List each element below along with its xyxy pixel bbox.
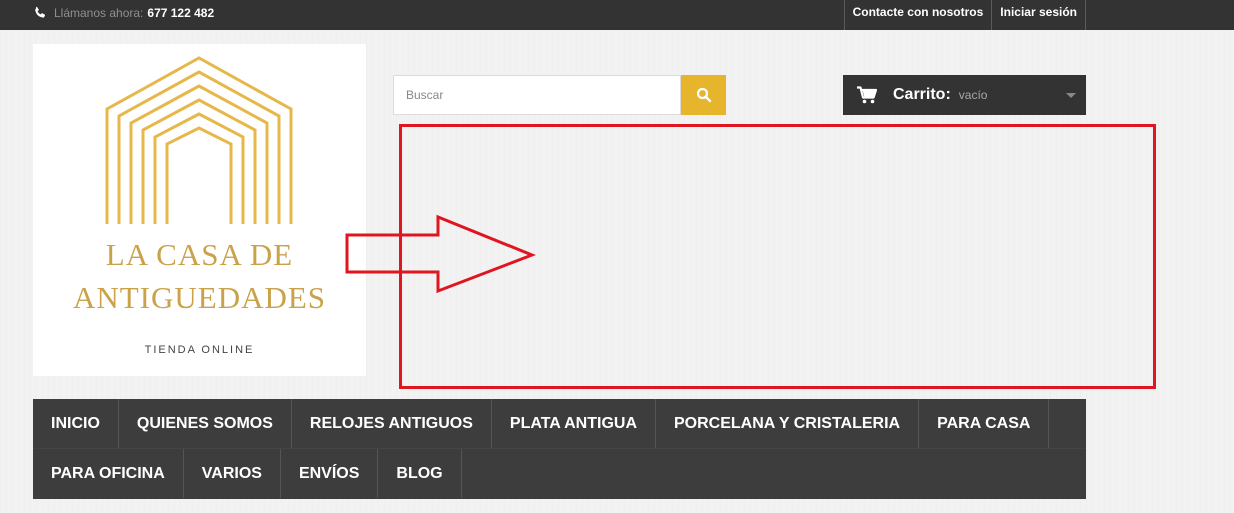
cart-button[interactable]: Carrito: vacío — [843, 75, 1086, 115]
nav-item-blog[interactable]: BLOG — [378, 449, 462, 498]
top-links: Contacte con nosotros Iniciar sesión — [843, 0, 1086, 30]
search-icon — [696, 87, 711, 103]
nav-row-1: INICIO QUIENES SOMOS RELOJES ANTIGUOS PL… — [33, 399, 1086, 448]
nav-item-quienes-somos[interactable]: QUIENES SOMOS — [119, 399, 292, 448]
main-nav: INICIO QUIENES SOMOS RELOJES ANTIGUOS PL… — [33, 399, 1086, 499]
nav-item-para-casa[interactable]: PARA CASA — [919, 399, 1050, 448]
search-button[interactable] — [681, 75, 726, 115]
nav-item-para-oficina[interactable]: PARA OFICINA — [33, 449, 184, 498]
cart-status: vacío — [958, 88, 988, 102]
nav-item-relojes-antiguos[interactable]: RELOJES ANTIGUOS — [292, 399, 492, 448]
house-logo-icon — [105, 56, 293, 224]
nav-item-varios[interactable]: VARIOS — [184, 449, 281, 498]
phone-contact: Llámanos ahora: 677 122 482 — [33, 0, 214, 26]
nav-item-envios[interactable]: ENVÍOS — [281, 449, 379, 498]
phone-icon — [35, 6, 46, 18]
contact-link[interactable]: Contacte con nosotros — [843, 0, 992, 30]
annotation-arrow-icon — [345, 214, 537, 294]
logo-tagline: TIENDA ONLINE — [144, 344, 255, 356]
logo-title-line1: LA CASA DE — [105, 237, 294, 272]
cart-label: Carrito: — [893, 86, 951, 103]
nav-row-2: PARA OFICINA VARIOS ENVÍOS BLOG — [33, 448, 1086, 498]
search-input[interactable] — [393, 75, 681, 115]
phone-label: Llámanos ahora: — [54, 6, 144, 20]
phone-number: 677 122 482 — [147, 6, 215, 20]
nav-item-plata-antigua[interactable]: PLATA ANTIGUA — [492, 399, 656, 448]
cart-icon — [857, 86, 877, 104]
logo-title-line2: ANTIGUEDADES — [72, 280, 327, 315]
nav-item-porcelana[interactable]: PORCELANA Y CRISTALERIA — [656, 399, 920, 448]
login-link[interactable]: Iniciar sesión — [991, 0, 1086, 30]
top-bar: Llámanos ahora: 677 122 482 Contacte con… — [0, 0, 1234, 30]
nav-item-inicio[interactable]: INICIO — [33, 399, 119, 448]
chevron-down-icon — [1066, 93, 1076, 98]
site-logo[interactable]: LA CASA DE ANTIGUEDADES TIENDA ONLINE — [33, 44, 366, 376]
